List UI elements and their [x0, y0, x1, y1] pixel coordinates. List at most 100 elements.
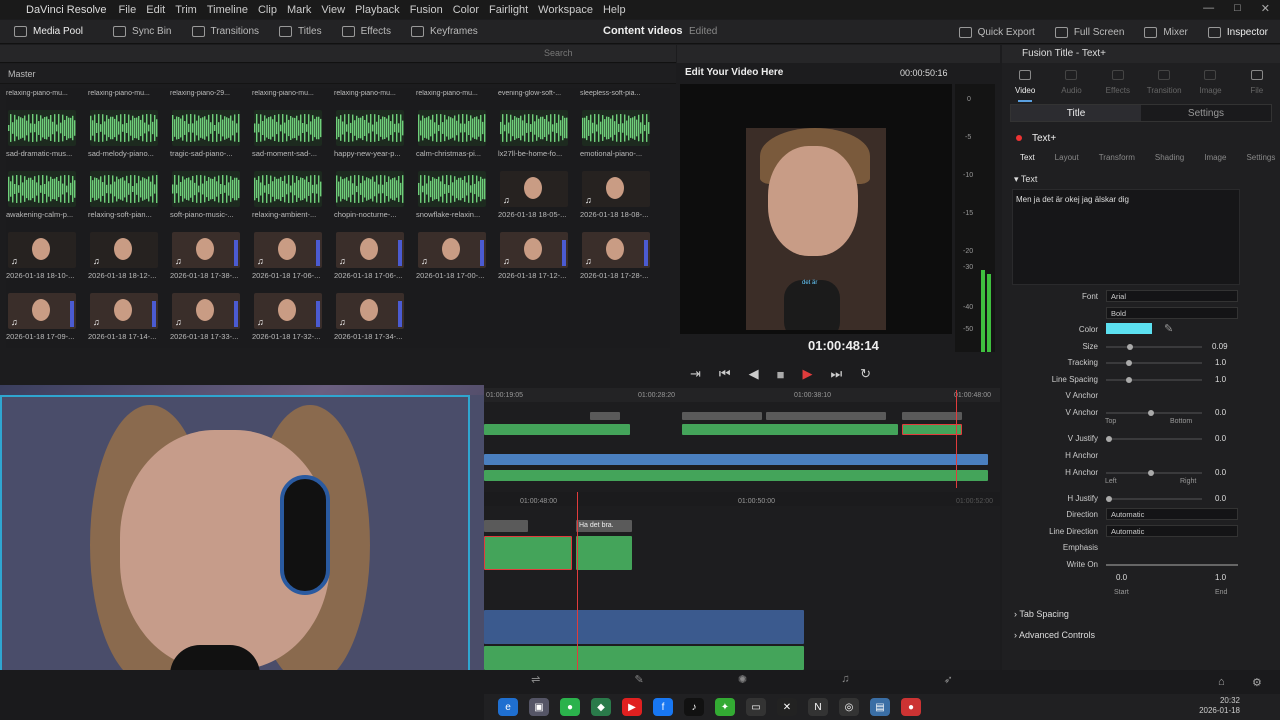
menu-trim[interactable]: Trim	[175, 4, 197, 16]
skip-start-icon[interactable]: ⏮	[719, 366, 731, 382]
v-anchor-value[interactable]: 0.0	[1215, 408, 1226, 417]
media-clip[interactable]: ♫ 2026-01-18 18-08-...	[580, 157, 652, 219]
write-on-end[interactable]: 1.0	[1215, 573, 1226, 582]
maximize-icon[interactable]: □	[1234, 2, 1241, 15]
app-icon[interactable]: ●	[901, 698, 921, 716]
write-on-slider[interactable]	[1106, 564, 1238, 566]
media-clip[interactable]: ♫ 2026-01-18 17-34-...	[334, 279, 406, 341]
media-clip[interactable]: lx27ll-be-home-fo...	[498, 96, 570, 158]
play-icon[interactable]: ▶	[802, 366, 812, 382]
menu-color[interactable]: Color	[453, 4, 479, 16]
title-clip[interactable]	[902, 412, 962, 420]
transitions-button[interactable]: Transitions	[191, 26, 259, 37]
media-clip[interactable]: happy-new-year-p...	[334, 96, 406, 158]
media-clip[interactable]: ♫ 2026-01-18 17-06-...	[252, 218, 324, 280]
terminal-icon[interactable]: ▭	[746, 698, 766, 716]
video-clip[interactable]	[682, 424, 898, 435]
menu-fairlight[interactable]: Fairlight	[489, 4, 528, 16]
media-clip[interactable]: awakening-calm-p...	[6, 157, 78, 219]
sync-bin-button[interactable]: Sync Bin	[113, 26, 172, 37]
video-clip-selected[interactable]	[902, 424, 962, 435]
minimize-icon[interactable]: —	[1203, 2, 1214, 15]
media-clip[interactable]: relaxing-ambient-...	[252, 157, 324, 219]
h-anchor-slider[interactable]	[1106, 470, 1202, 476]
advanced-controls-section[interactable]: › Advanced Controls	[1014, 630, 1095, 640]
playhead-zoom[interactable]	[577, 492, 578, 670]
fairlight-page-icon[interactable]: ♫	[841, 673, 849, 693]
trim-mode-icon[interactable]: ⇥	[690, 366, 701, 382]
v-justify-value[interactable]: 0.0	[1215, 434, 1226, 443]
media-clip[interactable]: sad-dramatic-mus...	[6, 96, 78, 158]
youtube-icon[interactable]: ▶	[622, 698, 642, 716]
spotify-icon[interactable]: ●	[560, 698, 580, 716]
eyedropper-icon[interactable]: ✎	[1164, 322, 1173, 335]
menu-fusion[interactable]: Fusion	[410, 4, 443, 16]
font-dropdown[interactable]: Arial	[1106, 290, 1238, 302]
media-clip[interactable]: relaxing-soft-pian...	[88, 157, 160, 219]
subtab-text[interactable]: Text	[1020, 153, 1035, 167]
media-clip[interactable]: sad-melody-piano...	[88, 96, 160, 158]
size-slider-knob[interactable]	[1127, 344, 1133, 350]
tiktok-icon[interactable]: ♪	[684, 698, 704, 716]
edit-page-icon[interactable]: ⇌	[531, 673, 540, 693]
search-input[interactable]: Search	[520, 46, 650, 61]
video-track-clip[interactable]	[484, 610, 804, 644]
menu-file[interactable]: File	[119, 4, 137, 16]
fusion-page-icon[interactable]: ✎	[634, 673, 643, 693]
v-justify-slider-knob[interactable]	[1106, 436, 1112, 442]
h-justify-slider-knob[interactable]	[1106, 496, 1112, 502]
effects-button[interactable]: Effects	[341, 26, 391, 37]
media-clip[interactable]: ♫ 2026-01-18 17-14-...	[88, 279, 160, 341]
edge-icon[interactable]: e	[498, 698, 518, 716]
media-clip[interactable]: sad-moment-sad-...	[252, 96, 324, 158]
color-page-icon[interactable]: ✺	[738, 673, 747, 693]
subtab-settings[interactable]: Settings	[1246, 153, 1275, 167]
menu-help[interactable]: Help	[603, 4, 626, 16]
media-clip[interactable]: ♫ 2026-01-18 18-10-...	[6, 218, 78, 280]
media-clip[interactable]: ♫ 2026-01-18 17-28-...	[580, 218, 652, 280]
tab-transition[interactable]: Transition	[1141, 66, 1187, 100]
media-clip[interactable]: calm-christmas-pi...	[416, 96, 488, 158]
size-value[interactable]: 0.09	[1212, 342, 1228, 351]
tab-spacing-section[interactable]: › Tab Spacing	[1014, 609, 1069, 619]
section-text-header[interactable]: ▾ Text	[1014, 174, 1037, 185]
playhead[interactable]	[956, 390, 957, 488]
menu-playback[interactable]: Playback	[355, 4, 400, 16]
menu-edit[interactable]: Edit	[146, 4, 165, 16]
media-clip[interactable]: ♫ 2026-01-18 17-00-...	[416, 218, 488, 280]
play-reverse-icon[interactable]: ◀	[749, 366, 759, 382]
audio-clip[interactable]	[484, 454, 988, 465]
style-dropdown[interactable]: Bold	[1106, 307, 1238, 319]
deliver-page-icon[interactable]: ➶	[944, 673, 953, 693]
h-anchor-slider-knob[interactable]	[1148, 470, 1154, 476]
media-clip[interactable]: ♫ 2026-01-18 17-32-...	[252, 279, 324, 341]
video-clip[interactable]	[484, 424, 630, 435]
audio-clip[interactable]	[484, 470, 988, 481]
v-justify-slider[interactable]	[1106, 436, 1202, 442]
v-anchor-slider[interactable]	[1106, 410, 1202, 416]
video-clip-zoom[interactable]	[484, 536, 572, 570]
title-clip-zoom[interactable]	[576, 536, 632, 570]
facebook-icon[interactable]: f	[653, 698, 673, 716]
loop-icon[interactable]: ↻	[860, 366, 871, 382]
app-icon[interactable]: ▤	[870, 698, 890, 716]
menu-clip[interactable]: Clip	[258, 4, 277, 16]
tab-effects[interactable]: Effects	[1095, 66, 1141, 100]
media-clip[interactable]: ♫ 2026-01-18 18-12-...	[88, 218, 160, 280]
menu-workspace[interactable]: Workspace	[538, 4, 593, 16]
audio-track-clip[interactable]	[484, 646, 804, 670]
write-on-start[interactable]: 0.0	[1116, 573, 1127, 582]
menu-view[interactable]: View	[321, 4, 345, 16]
subtab-image[interactable]: Image	[1204, 153, 1226, 167]
subtitle-clip-ha-det-bra[interactable]: Ha det bra.	[576, 520, 632, 532]
title-clip[interactable]	[682, 412, 762, 420]
tracking-slider[interactable]	[1106, 360, 1202, 366]
tab-video[interactable]: Video	[1002, 66, 1048, 102]
tab-image[interactable]: Image	[1187, 66, 1233, 100]
media-clip[interactable]: ♫ 2026-01-18 17-38-...	[170, 218, 242, 280]
timeline[interactable]: 01:00:19:05 01:00:28:20 01:00:38:10 01:0…	[484, 388, 1000, 670]
media-clip[interactable]: ♫ 2026-01-18 17-12-...	[498, 218, 570, 280]
segment-settings[interactable]: Settings	[1141, 105, 1271, 121]
media-clip[interactable]: tragic-sad-piano-...	[170, 96, 242, 158]
tab-file[interactable]: File	[1234, 66, 1280, 100]
